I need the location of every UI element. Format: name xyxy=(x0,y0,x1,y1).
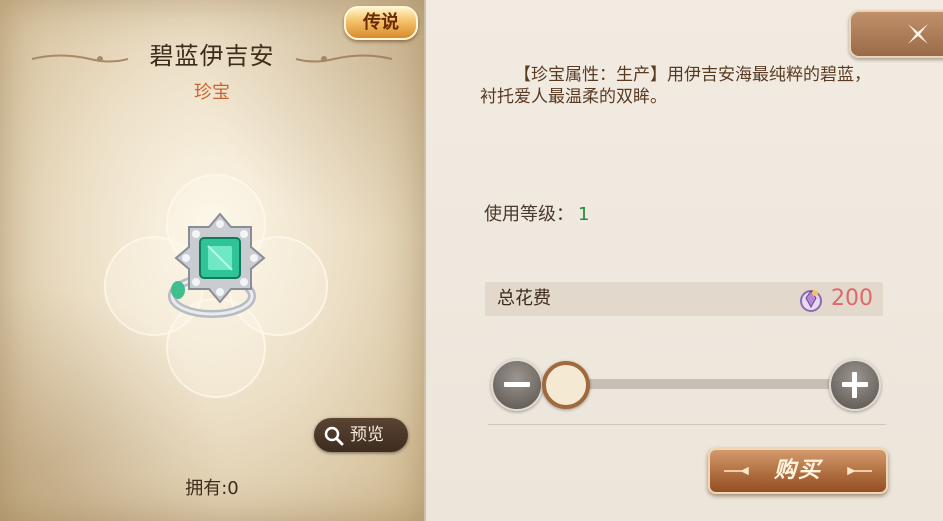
item-name: 碧蓝伊吉安 xyxy=(149,42,275,70)
plus-icon xyxy=(842,372,868,398)
increase-quantity-button[interactable] xyxy=(829,359,881,411)
left-button-ornament xyxy=(724,467,749,475)
item-preview-panel: 碧蓝伊吉安 珍宝 预览 拥有:0 xyxy=(0,0,426,521)
owned-count: 拥有:0 xyxy=(185,478,239,499)
minus-icon xyxy=(504,382,530,387)
total-cost-value: 200 xyxy=(831,286,873,311)
decrease-quantity-button[interactable] xyxy=(491,359,543,411)
level-value: 1 xyxy=(578,204,590,225)
item-type: 珍宝 xyxy=(194,82,230,103)
preview-label: 预览 xyxy=(350,425,384,445)
level-requirement: 使用等级： 1 xyxy=(484,200,589,226)
gem-coin-icon xyxy=(800,290,822,312)
level-label: 使用等级： xyxy=(484,204,574,225)
magnifier-icon xyxy=(324,426,344,446)
close-icon xyxy=(908,24,928,44)
close-button[interactable] xyxy=(849,10,943,58)
right-button-ornament xyxy=(847,467,872,475)
item-description: 【珍宝属性：生产】用伊吉安海最纯粹的碧蓝，衬托爱人最温柔的双眸。 xyxy=(480,65,871,107)
preview-button[interactable]: 预览 xyxy=(314,418,408,452)
divider xyxy=(488,424,886,425)
emerald-ring-icon xyxy=(168,212,266,318)
buy-button[interactable]: 购买 xyxy=(708,448,888,494)
quantity-slider-thumb[interactable] xyxy=(542,361,590,409)
rarity-badge: 传说 xyxy=(344,6,418,40)
buy-label: 购买 xyxy=(773,458,822,483)
total-cost-bar: 总花费 200 xyxy=(485,282,883,316)
shop-item-dialog: 碧蓝伊吉安 珍宝 预览 拥有:0 传说 【珍宝属性：生产】用伊吉安海最纯粹的碧蓝… xyxy=(0,0,943,521)
total-cost-label: 总花费 xyxy=(497,288,551,309)
